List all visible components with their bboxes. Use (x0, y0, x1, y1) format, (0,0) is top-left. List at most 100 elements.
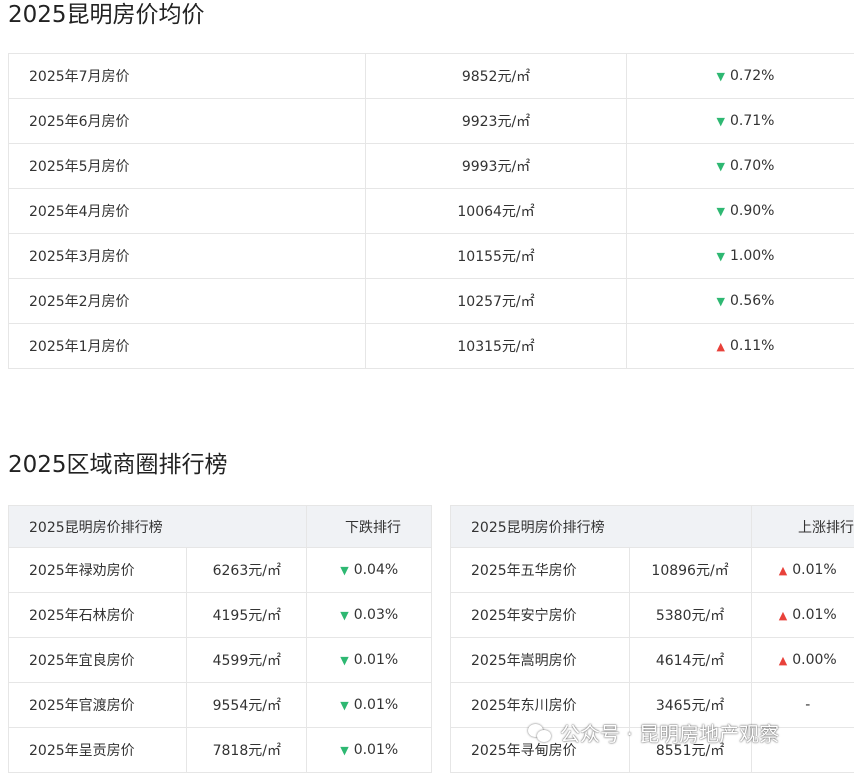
up-arrow-change: 0.01% (779, 607, 837, 623)
watermark-text: 公众号 · 昆明房地产观察 (560, 718, 779, 747)
table-row: 2025年1月房价 10315元/㎡ 0.11% (9, 324, 854, 369)
row-price-text: 10257元/㎡ (457, 294, 534, 310)
row-label-text: 2025年禄劝房价 (29, 563, 135, 579)
table-row: 2025年2月房价 10257元/㎡ 0.56% (9, 279, 854, 324)
header-type: 下跌排行 (307, 506, 432, 548)
down-arrow-change: 0.56% (717, 293, 775, 309)
row-label: 2025年3月房价 (9, 234, 366, 279)
table-row: 2025年7月房价 9852元/㎡ 0.72% (9, 54, 854, 99)
table-row: 2025年4月房价 10064元/㎡ 0.90% (9, 189, 854, 234)
header-type: 上涨排行 (751, 506, 854, 548)
header-title: 2025昆明房价排行榜 (451, 506, 752, 548)
down-arrow-change: 0.90% (717, 203, 775, 219)
row-price-text: 6263元/㎡ (213, 563, 281, 579)
row-price-text: 9923元/㎡ (462, 114, 530, 130)
row-price: 7818元/㎡ (187, 728, 307, 773)
row-change: 0.00% (751, 638, 854, 683)
row-change: 0.11% (626, 324, 854, 369)
row-price: 5380元/㎡ (629, 593, 751, 638)
row-change: 0.01% (751, 593, 854, 638)
row-change: 0.03% (307, 593, 432, 638)
row-label-text: 2025年安宁房价 (471, 608, 577, 624)
row-change: 0.71% (626, 99, 854, 144)
row-label-text: 2025年呈贡房价 (29, 743, 135, 759)
table-row: 2025年五华房价 10896元/㎡ 0.01% (451, 548, 854, 593)
row-price-text: 4195元/㎡ (213, 608, 281, 624)
row-label: 2025年5月房价 (9, 144, 366, 189)
table-header-row: 2025昆明房价排行榜 上涨排行 (451, 506, 854, 548)
row-change: 0.01% (307, 638, 432, 683)
down-arrow-change: 0.01% (340, 697, 398, 713)
table-row: 2025年5月房价 9993元/㎡ 0.70% (9, 144, 854, 189)
wechat-icon (528, 723, 552, 743)
row-label: 2025年石林房价 (9, 593, 187, 638)
row-price-text: 10155元/㎡ (457, 249, 534, 265)
table-row: 2025年宜良房价 4599元/㎡ 0.01% (9, 638, 432, 683)
up-arrow-change: 0.00% (779, 652, 837, 668)
down-arrow-change: 0.04% (340, 562, 398, 578)
monthly-price-title: 2025昆明房价均价 (8, 0, 205, 30)
down-arrow-change: 0.03% (340, 607, 398, 623)
row-label: 2025年1月房价 (9, 324, 366, 369)
header-title: 2025昆明房价排行榜 (9, 506, 307, 548)
monthly-price-table: 2025年7月房价 9852元/㎡ 0.72% 2025年6月房价 9923元/㎡ 0.7… (8, 53, 854, 369)
row-price-text: 7818元/㎡ (213, 743, 281, 759)
row-label: 2025年7月房价 (9, 54, 366, 99)
row-label-text: 2025年6月房价 (29, 114, 130, 130)
row-label-text: 2025年宜良房价 (29, 653, 135, 669)
row-change: 0.01% (751, 548, 854, 593)
row-price-text: 10315元/㎡ (457, 339, 534, 355)
row-price-text: 4614元/㎡ (656, 653, 724, 669)
table-row: 2025年禄劝房价 6263元/㎡ 0.04% (9, 548, 432, 593)
row-label-text: 2025年嵩明房价 (471, 653, 577, 669)
row-change: 0.72% (626, 54, 854, 99)
row-label-text: 2025年1月房价 (29, 339, 130, 355)
row-price-text: 4599元/㎡ (213, 653, 281, 669)
row-change: 0.01% (307, 728, 432, 773)
row-label-text: 2025年五华房价 (471, 563, 577, 579)
row-price-text: 10064元/㎡ (457, 204, 534, 220)
table-row: 2025年安宁房价 5380元/㎡ 0.01% (451, 593, 854, 638)
down-arrow-change: 1.00% (717, 248, 775, 264)
row-price-text: 3465元/㎡ (656, 698, 724, 714)
ranking-title: 2025区域商圈排行榜 (8, 450, 228, 480)
row-price-text: 10896元/㎡ (651, 563, 728, 579)
down-arrow-change: 0.01% (340, 652, 398, 668)
row-price: 9852元/㎡ (366, 54, 627, 99)
table-row: 2025年嵩明房价 4614元/㎡ 0.00% (451, 638, 854, 683)
down-arrow-change: 0.72% (717, 68, 775, 84)
row-change: 0.56% (626, 279, 854, 324)
row-label-text: 2025年东川房价 (471, 698, 577, 714)
row-change: 1.00% (626, 234, 854, 279)
row-label: 2025年禄劝房价 (9, 548, 187, 593)
row-label: 2025年宜良房价 (9, 638, 187, 683)
down-arrow-change: 0.71% (717, 113, 775, 129)
row-price-text: 5380元/㎡ (656, 608, 724, 624)
up-arrow-change: 0.01% (779, 562, 837, 578)
row-label: 2025年安宁房价 (451, 593, 630, 638)
row-price: 6263元/㎡ (187, 548, 307, 593)
down-arrow-change: 0.01% (340, 742, 398, 758)
row-price: 4599元/㎡ (187, 638, 307, 683)
table-header-row: 2025昆明房价排行榜 下跌排行 (9, 506, 432, 548)
row-label: 2025年五华房价 (451, 548, 630, 593)
table-row: 2025年3月房价 10155元/㎡ 1.00% (9, 234, 854, 279)
row-label: 2025年呈贡房价 (9, 728, 187, 773)
row-price-text: 9993元/㎡ (462, 159, 530, 175)
row-price-text: 9554元/㎡ (213, 698, 281, 714)
up-arrow-change: 0.11% (717, 338, 775, 354)
table-row: 2025年官渡房价 9554元/㎡ 0.01% (9, 683, 432, 728)
row-label-text: 2025年2月房价 (29, 294, 130, 310)
row-change: 0.70% (626, 144, 854, 189)
row-label-text: 2025年5月房价 (29, 159, 130, 175)
row-price-text: 9852元/㎡ (462, 69, 530, 85)
row-price: 10257元/㎡ (366, 279, 627, 324)
row-label-text: 2025年官渡房价 (29, 698, 135, 714)
row-price: 10155元/㎡ (366, 234, 627, 279)
row-price: 10896元/㎡ (629, 548, 751, 593)
row-label-text: 2025年3月房价 (29, 249, 130, 265)
table-row: 2025年呈贡房价 7818元/㎡ 0.01% (9, 728, 432, 773)
row-price: 10315元/㎡ (366, 324, 627, 369)
row-label: 2025年官渡房价 (9, 683, 187, 728)
row-label: 2025年4月房价 (9, 189, 366, 234)
